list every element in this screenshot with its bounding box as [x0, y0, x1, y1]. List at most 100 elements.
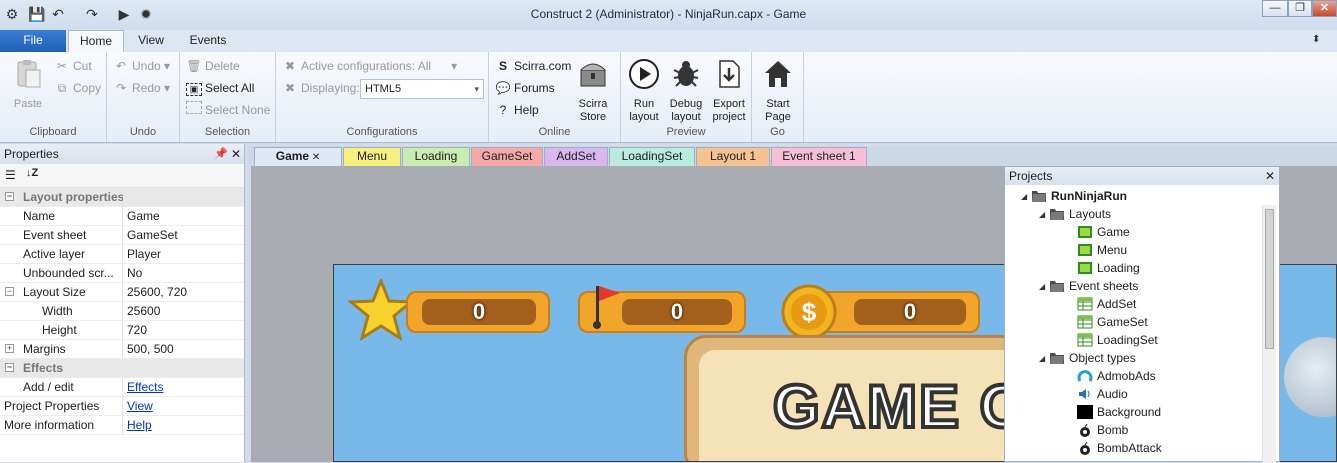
tree-item-layout[interactable]: Loading	[1077, 259, 1140, 277]
help-link[interactable]: ? Help	[495, 100, 539, 120]
property-row[interactable]: Unbounded scr... No	[0, 264, 244, 283]
expand-icon[interactable]: +	[5, 344, 14, 353]
tab-home[interactable]: Home	[68, 30, 124, 52]
close-panel-icon[interactable]: ✕	[231, 144, 241, 164]
tab-loading[interactable]: Loading	[402, 147, 470, 166]
start-page-button[interactable]: Start Page	[758, 58, 798, 124]
tree-item-event-sheet[interactable]: LoadingSet	[1077, 331, 1158, 349]
audio-icon	[1077, 387, 1093, 401]
run-layout-button[interactable]: Run layout	[623, 58, 665, 124]
tree-item-event-sheet[interactable]: GameSet	[1077, 313, 1148, 331]
tree-folder-layouts[interactable]: Layouts	[1049, 205, 1111, 223]
property-row[interactable]: Active layer Player	[0, 245, 244, 264]
property-row[interactable]: Height 720	[0, 321, 244, 340]
tab-game[interactable]: Game ✕	[254, 147, 342, 166]
property-value[interactable]: 500, 500	[127, 340, 174, 358]
property-row[interactable]: + Margins 500, 500	[0, 340, 244, 359]
debug-layout-button[interactable]: Debug layout	[665, 58, 707, 124]
redo-button[interactable]: ↷ Redo ▾	[113, 78, 170, 98]
property-section[interactable]: − Layout properties	[0, 188, 244, 207]
tree-item-object[interactable]: BombAttack	[1077, 439, 1162, 457]
tree-item-layout[interactable]: Menu	[1077, 241, 1127, 259]
paste-button[interactable]: Paste	[6, 58, 50, 111]
select-all-button[interactable]: ▣ Select All	[186, 78, 254, 98]
projects-scrollbar[interactable]	[1262, 205, 1276, 463]
copy-button[interactable]: ⧉ Copy	[54, 78, 101, 98]
property-key: Effects	[23, 361, 64, 375]
forums-link[interactable]: 💬 Forums	[495, 78, 555, 98]
select-none-button[interactable]: Select None	[186, 100, 270, 120]
tab-view[interactable]: View	[126, 30, 176, 52]
property-link[interactable]: Help	[127, 416, 152, 434]
property-row[interactable]: Event sheet GameSet	[0, 226, 244, 245]
properties-toolbar: ☰ ↓Z	[0, 164, 244, 188]
expand-arrow-icon[interactable]: ◢	[1039, 354, 1045, 363]
tab-gameset[interactable]: GameSet	[471, 147, 543, 166]
minimize-button[interactable]: —	[1262, 0, 1288, 17]
go-group: Start Page Go	[752, 52, 804, 142]
expand-arrow-icon[interactable]: ◢	[1021, 192, 1027, 201]
undo-button[interactable]: ↶ Undo ▾	[113, 56, 170, 76]
close-button[interactable]: ✕	[1312, 0, 1337, 17]
categorized-icon[interactable]: ☰	[5, 168, 16, 182]
cut-button[interactable]: ✂ Cut	[54, 56, 92, 76]
delete-button[interactable]: 🗑 Delete	[186, 56, 239, 76]
active-configurations-dropdown[interactable]: ✖ Active configurations: All ▾	[282, 56, 457, 76]
property-row[interactable]: Name Game	[0, 207, 244, 226]
property-value[interactable]: 25600	[127, 302, 160, 320]
ribbon-collapse-icon[interactable]: ⬍	[1312, 34, 1320, 45]
tab-addset[interactable]: AddSet	[544, 147, 608, 166]
property-value[interactable]: 25600, 720	[127, 283, 187, 301]
tree-root[interactable]: RunNinjaRun	[1031, 187, 1127, 205]
close-tab-icon[interactable]: ✕	[309, 152, 320, 163]
tab-events[interactable]: Events	[180, 30, 236, 52]
bomb-icon	[1077, 423, 1093, 437]
tab-event-sheet-1[interactable]: Event sheet 1	[771, 147, 867, 166]
property-value[interactable]: Player	[127, 245, 161, 263]
tree-item-layout[interactable]: Game	[1077, 223, 1130, 241]
displaying-label: ✖ Displaying:	[282, 78, 360, 98]
displaying-select[interactable]: HTML5 ▾	[360, 79, 484, 99]
tree-item-event-sheet[interactable]: AddSet	[1077, 295, 1136, 313]
tree-item-object[interactable]: AdmobAds	[1077, 367, 1156, 385]
property-row[interactable]: − Layout Size 25600, 720	[0, 283, 244, 302]
property-row[interactable]: Width 25600	[0, 302, 244, 321]
collapse-icon[interactable]: −	[5, 363, 14, 372]
property-section[interactable]: − Effects	[0, 359, 244, 378]
tree-item-object[interactable]: Background	[1077, 403, 1161, 421]
coin-icon: $	[781, 284, 837, 340]
property-link[interactable]: Effects	[127, 378, 163, 396]
tab-layout-1[interactable]: Layout 1	[696, 147, 770, 166]
property-value[interactable]: No	[127, 264, 142, 282]
collapse-icon[interactable]: −	[5, 287, 14, 296]
trash-icon: 🗑	[186, 59, 202, 73]
scrollbar-thumb[interactable]	[1265, 209, 1274, 349]
scirra-link[interactable]: S Scirra.com	[495, 56, 571, 76]
tab-loadingset[interactable]: LoadingSet	[609, 147, 695, 166]
tab-file[interactable]: File	[0, 30, 66, 52]
title-bar: ⚙ 💾 ↶ ↷ ▶ ✹ Construct 2 (Administrator) …	[0, 0, 1337, 30]
tree-item-object[interactable]: Audio	[1077, 385, 1128, 403]
property-row[interactable]: Project Properties View	[0, 397, 244, 416]
collapse-icon[interactable]: −	[5, 192, 14, 201]
pin-icon[interactable]: 📌	[214, 144, 228, 164]
property-value[interactable]: Game	[127, 207, 160, 225]
expand-arrow-icon[interactable]: ◢	[1039, 210, 1045, 219]
property-value[interactable]: 720	[127, 321, 147, 339]
property-value[interactable]: GameSet	[127, 226, 178, 244]
property-row[interactable]: More information Help	[0, 416, 244, 435]
tree-item-object[interactable]: Bomb	[1077, 421, 1128, 439]
tree-folder-event-sheets[interactable]: Event sheets	[1049, 277, 1138, 295]
export-project-button[interactable]: Export project	[707, 58, 751, 124]
tree-folder-object-types[interactable]: Object types	[1049, 349, 1136, 367]
property-link[interactable]: View	[127, 397, 153, 415]
paste-icon	[17, 60, 41, 88]
close-panel-icon[interactable]: ✕	[1265, 167, 1275, 185]
scirra-store-button[interactable]: Scirra Store	[574, 58, 612, 124]
copy-icon: ⧉	[57, 81, 67, 95]
property-row[interactable]: Add / edit Effects	[0, 378, 244, 397]
sort-alpha-icon[interactable]: ↓Z	[26, 167, 38, 179]
tab-menu[interactable]: Menu	[343, 147, 401, 166]
expand-arrow-icon[interactable]: ◢	[1039, 282, 1045, 291]
maximize-button[interactable]: ❐	[1288, 0, 1312, 17]
